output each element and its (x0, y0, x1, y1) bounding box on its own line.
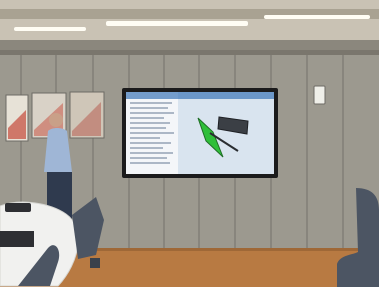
person-head (49, 113, 63, 127)
ceiling-light-1 (14, 27, 86, 31)
tv-header-bar (126, 92, 274, 99)
laptop-small (5, 203, 31, 212)
wall-switch (313, 85, 326, 105)
laptop (0, 231, 34, 247)
ceiling-trim (0, 50, 379, 55)
office-chair-left-base (90, 258, 100, 268)
ceiling-duct (0, 40, 379, 50)
tv (122, 88, 278, 178)
ceiling-light-2 (106, 21, 248, 26)
photo-scene (0, 0, 379, 287)
ceiling-light-3 (264, 15, 370, 19)
office-photo (0, 0, 379, 287)
